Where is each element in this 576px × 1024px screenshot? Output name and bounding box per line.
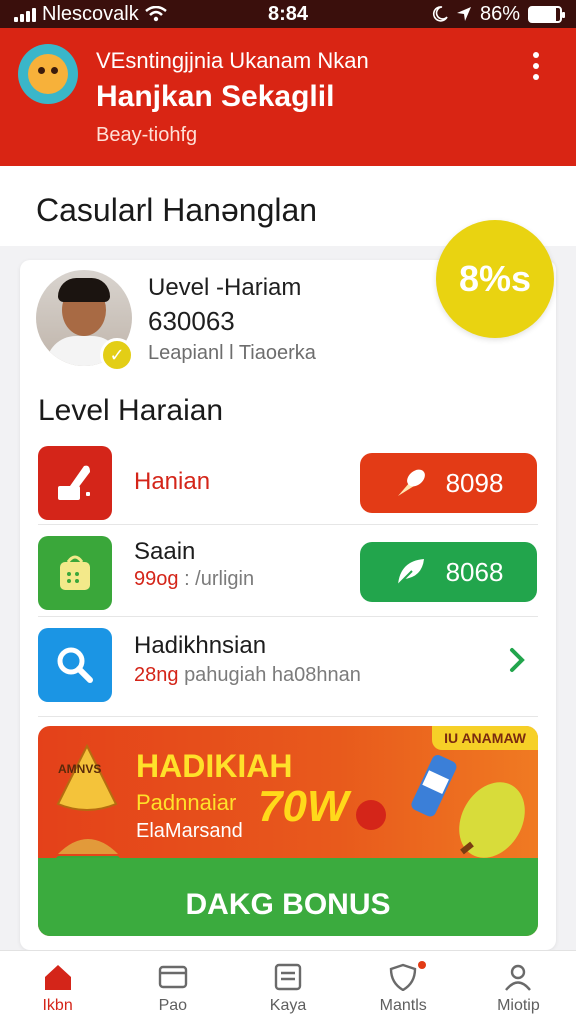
profile-description: Leapianl l Tiaoerka — [148, 342, 316, 364]
clock: 8:84 — [267, 2, 309, 25]
status-bar: Nlescovalk 8:84 86% — [0, 0, 576, 28]
banner-title: HADIKIAH — [136, 748, 293, 784]
ice-cream-icon — [397, 469, 425, 496]
divider — [38, 716, 538, 717]
bonus-button[interactable]: DAKG BONUS — [38, 888, 538, 922]
claim-button-2-label: 8068 — [445, 556, 504, 587]
profile-points: 630063 — [148, 306, 235, 336]
party-hat-icon — [56, 744, 118, 811]
ball-icon — [356, 800, 386, 830]
list-item-meta: 28ng pahugiah ha08hnan — [134, 664, 361, 686]
mango-icon — [459, 782, 525, 858]
battery-percent: 86% — [479, 2, 520, 25]
nav-label: Ikbn — [42, 997, 73, 1014]
claim-button-2[interactable]: 8068 — [360, 542, 537, 602]
nav-label: Kaya — [269, 997, 307, 1014]
nav-item-list[interactable]: Kaya — [230, 951, 345, 1024]
header-title: Hanjkan Sekaglil — [96, 80, 335, 113]
battery-icon — [528, 5, 565, 23]
home-icon — [44, 965, 71, 990]
search-icon[interactable] — [38, 628, 112, 702]
nav-item-shield[interactable]: Mantls — [346, 951, 461, 1024]
carrier-name: Nlescovalk — [42, 2, 139, 25]
banner-subtitle-2: ElaMarsand — [136, 820, 243, 842]
promo-banner[interactable]: IU ANAMAW AMNVS HADIKIAH Padnnaiar ElaMa… — [38, 726, 538, 936]
chevron-right-icon[interactable] — [506, 646, 528, 674]
banner-pow-text: 70W — [258, 782, 349, 831]
moon-icon — [432, 6, 448, 22]
app-header: VEsntingjjnia Ukanam Nkan Hanjkan Sekagl… — [0, 28, 576, 166]
signal-icon — [14, 6, 36, 22]
list-item-label: Hadikhnsian — [134, 632, 267, 659]
party-hat-label: AMNVS — [58, 762, 102, 776]
nav-item-card[interactable]: Pao — [115, 951, 230, 1024]
list-item-meta: 99og : /urligin — [134, 568, 255, 590]
list-item-label: Hanian — [134, 468, 211, 495]
claim-button-1[interactable]: 8098 — [360, 453, 537, 513]
more-options-icon[interactable] — [526, 50, 546, 82]
page-title: Casularl Hanənglan — [36, 192, 318, 228]
card-icon — [158, 965, 187, 989]
profile-icon — [505, 964, 532, 991]
header-subtitle: Beay-tiohfg — [96, 124, 198, 146]
header-line1: VEsntingjjnia Ukanam Nkan — [96, 48, 369, 73]
shopping-bag-icon[interactable] — [38, 536, 112, 610]
nav-label: Mantls — [379, 997, 427, 1014]
claim-button-1-label: 8098 — [445, 467, 504, 498]
location-icon — [456, 7, 471, 21]
nav-item-home[interactable]: Ikbn — [0, 951, 115, 1024]
bottom-navigation: Ikbn Pao Kaya Mantls Miotip — [0, 950, 576, 1024]
divider — [38, 524, 538, 525]
list-title: Level Haraian — [38, 394, 224, 427]
shield-icon — [390, 963, 417, 991]
progress-percent-badge: 8%s — [436, 220, 554, 338]
list-item-label: Saain — [134, 538, 196, 565]
app-logo — [18, 44, 78, 104]
notification-dot — [417, 961, 426, 969]
wifi-icon — [144, 6, 167, 22]
banner-subtitle-1: Padnnaiar — [136, 790, 237, 815]
nav-item-profile[interactable]: Miotip — [461, 951, 576, 1024]
eraser-tool-icon[interactable] — [38, 446, 112, 520]
verified-check-icon: ✓ — [100, 338, 134, 372]
nav-label: Pao — [158, 997, 188, 1014]
nav-label: Miotip — [497, 997, 540, 1014]
profile-level: Uevel -Hariam — [148, 274, 302, 301]
list-icon — [274, 963, 302, 991]
banner-tag: IU ANAMAW — [432, 726, 538, 750]
leaf-icon — [396, 559, 424, 586]
divider — [38, 616, 538, 617]
